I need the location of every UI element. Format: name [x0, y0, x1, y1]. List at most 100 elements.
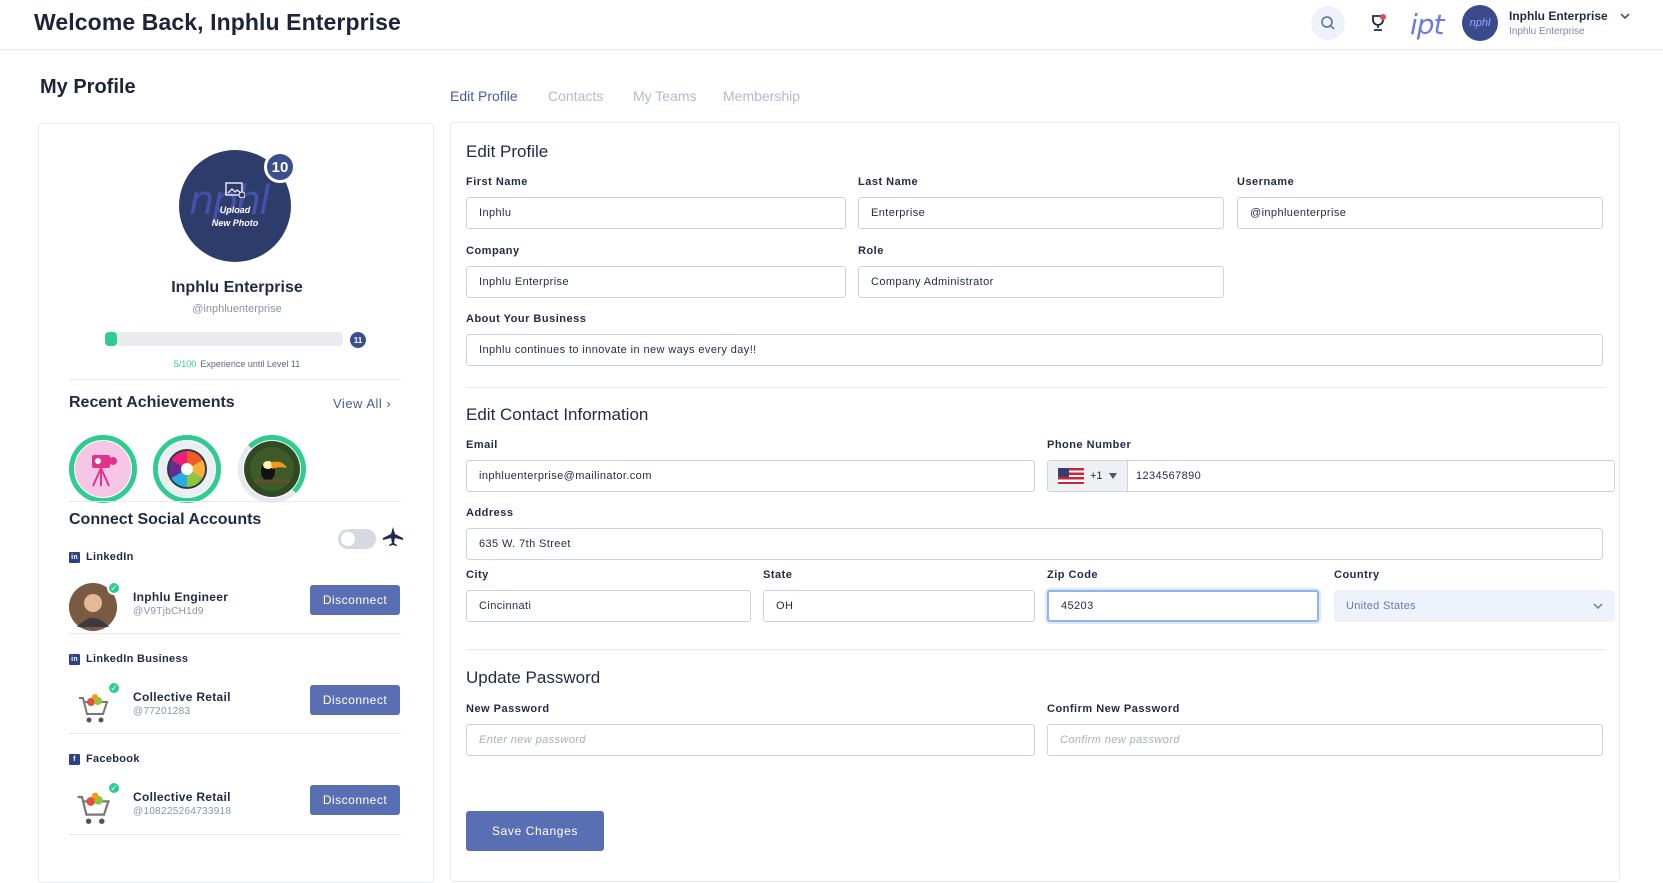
- connected-check-icon: ✓: [107, 581, 121, 595]
- account-name: Collective Retail: [133, 690, 231, 704]
- divider: [69, 633, 401, 634]
- search-button[interactable]: [1311, 6, 1345, 40]
- divider: [69, 501, 401, 502]
- upload-text-2: New Photo: [211, 218, 259, 228]
- chevron-down-icon[interactable]: [1619, 10, 1631, 22]
- connected-check-icon: ✓: [107, 681, 121, 695]
- last-name-label: Last Name: [858, 176, 919, 188]
- address-input[interactable]: [466, 528, 1603, 560]
- chevron-down-icon: [1593, 603, 1603, 610]
- image-upload-icon: [225, 182, 245, 198]
- airplane-icon[interactable]: [382, 526, 404, 548]
- country-code-select[interactable]: +1: [1048, 461, 1128, 491]
- network-label: LinkedIn Business: [86, 653, 189, 665]
- social-network-facebook: f Facebook: [69, 753, 140, 765]
- state-input[interactable]: [763, 590, 1035, 622]
- color-wheel-icon: [167, 449, 207, 489]
- profile-card: nphl Upload New Photo 10 Inphlu Enterpris…: [38, 123, 434, 883]
- profile-handle: @inphluenterprise: [192, 303, 282, 315]
- phone-input[interactable]: 1234567890: [1128, 470, 1201, 482]
- tab-membership[interactable]: Membership: [723, 88, 800, 104]
- city-label: City: [466, 569, 489, 581]
- about-input[interactable]: [466, 334, 1603, 366]
- contact-heading: Edit Contact Information: [466, 405, 649, 424]
- disconnect-button[interactable]: Disconnect: [310, 585, 400, 615]
- xp-label: Experience until Level 11: [200, 359, 301, 369]
- country-code: +1: [1090, 470, 1103, 482]
- network-label: Facebook: [86, 753, 140, 765]
- confirm-password-label: Confirm New Password: [1047, 703, 1180, 715]
- tab-edit-profile[interactable]: Edit Profile: [450, 88, 518, 104]
- username-label: Username: [1237, 176, 1295, 188]
- country-select[interactable]: United States: [1334, 590, 1615, 622]
- achievements-title: Recent Achievements: [69, 394, 235, 411]
- user-avatar[interactable]: nphl: [1462, 5, 1498, 41]
- address-label: Address: [466, 507, 514, 519]
- welcome-title: Welcome Back, Inphlu Enterprise: [34, 9, 401, 35]
- account-name: Inphlu Engineer: [133, 590, 229, 604]
- shopping-cart-icon: [79, 694, 109, 723]
- account-name: Collective Retail: [133, 790, 231, 804]
- brand-logo[interactable]: ipt: [1410, 8, 1445, 41]
- tab-contacts[interactable]: Contacts: [548, 88, 603, 104]
- tab-my-teams[interactable]: My Teams: [633, 88, 697, 104]
- new-password-label: New Password: [466, 703, 550, 715]
- state-label: State: [763, 569, 793, 581]
- zip-label: Zip Code: [1047, 569, 1099, 581]
- new-password-input[interactable]: [466, 724, 1035, 756]
- about-label: About Your Business: [466, 313, 587, 325]
- caret-down-icon: [1108, 473, 1117, 479]
- facebook-icon: f: [69, 753, 80, 765]
- social-toggle[interactable]: [338, 529, 376, 549]
- achievement-badge[interactable]: [238, 435, 306, 503]
- country-label: Country: [1334, 569, 1380, 581]
- trophy-button[interactable]: [1361, 6, 1395, 40]
- disconnect-button[interactable]: Disconnect: [310, 685, 400, 715]
- user-name[interactable]: Inphlu Enterprise: [1509, 9, 1608, 23]
- last-name-input[interactable]: [858, 197, 1224, 229]
- view-all-link[interactable]: View All ›: [333, 396, 391, 411]
- email-input[interactable]: [466, 460, 1035, 492]
- upload-text-1: Upload: [219, 205, 251, 215]
- toucan-icon: [250, 447, 294, 491]
- role-label: Role: [858, 245, 884, 257]
- page-title: My Profile: [40, 76, 136, 98]
- camera-tripod-icon: [92, 455, 117, 487]
- achievement-badge[interactable]: [69, 435, 137, 503]
- account-id: @77201283: [133, 706, 191, 717]
- edit-profile-card: Edit Profile First Name Last Name Userna…: [450, 122, 1620, 882]
- social-network-linkedin: in LinkedIn: [69, 551, 134, 563]
- xp-text: 5/100 Experience until Level 11: [39, 359, 435, 369]
- username-input[interactable]: [1237, 197, 1603, 229]
- phone-field: +1 1234567890: [1047, 460, 1615, 492]
- connected-check-icon: ✓: [107, 781, 121, 795]
- save-changes-button[interactable]: Save Changes: [466, 811, 604, 851]
- zip-input[interactable]: [1047, 590, 1319, 622]
- email-label: Email: [466, 439, 498, 451]
- us-flag-icon: [1058, 468, 1084, 484]
- first-name-input[interactable]: [466, 197, 846, 229]
- top-bar: Welcome Back, Inphlu Enterprise ipt nphl…: [0, 0, 1663, 50]
- password-heading: Update Password: [466, 668, 601, 687]
- search-icon: [1321, 16, 1335, 30]
- company-input[interactable]: [466, 266, 846, 298]
- divider: [466, 387, 1606, 388]
- achievement-badge[interactable]: [153, 435, 221, 503]
- user-subtitle: Inphlu Enterprise: [1509, 26, 1585, 37]
- social-network-linkedin-business: in LinkedIn Business: [69, 653, 188, 665]
- confirm-password-input[interactable]: [1047, 724, 1603, 756]
- account-id: @108225264733918: [133, 806, 232, 817]
- first-name-label: First Name: [466, 176, 528, 188]
- divider: [69, 834, 401, 835]
- xp-progress-bar: [105, 332, 343, 346]
- profile-name: Inphlu Enterprise: [171, 279, 303, 296]
- phone-label: Phone Number: [1047, 439, 1132, 451]
- social-title: Connect Social Accounts: [69, 511, 262, 528]
- city-input[interactable]: [466, 590, 751, 622]
- company-label: Company: [466, 245, 520, 257]
- network-label: LinkedIn: [86, 551, 134, 563]
- divider: [69, 379, 401, 380]
- role-input[interactable]: [858, 266, 1224, 298]
- next-level-badge: 11: [350, 332, 366, 348]
- disconnect-button[interactable]: Disconnect: [310, 785, 400, 815]
